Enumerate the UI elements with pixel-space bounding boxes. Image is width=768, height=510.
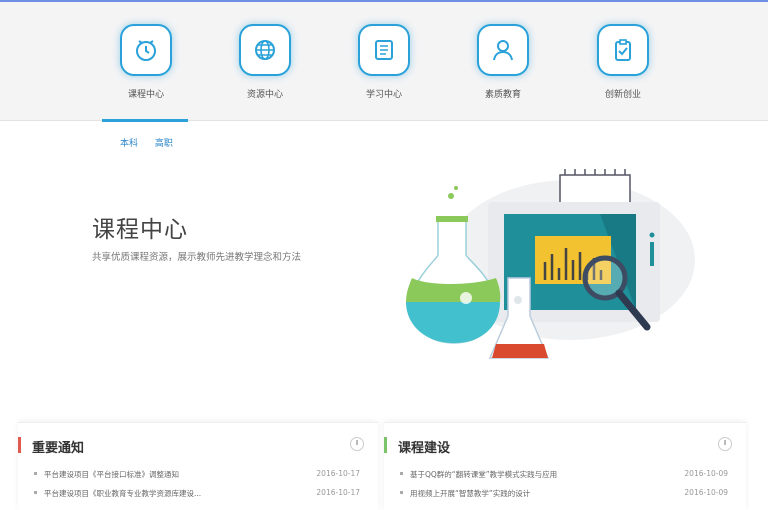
nav-label: 资源中心 xyxy=(246,90,283,100)
notice-list: 平台建设项目《平台接口标准》调整通知 2016-10-17 平台建设项目《职业教… xyxy=(30,469,364,507)
clock-icon xyxy=(120,24,172,76)
page-subtitle: 共享优质课程资源，展示教师先进教学理念和方法 xyxy=(92,252,302,263)
tab-vocational[interactable]: 高职 xyxy=(155,139,173,149)
nav-label: 创新创业 xyxy=(604,90,641,100)
science-illustration xyxy=(406,169,695,359)
item-title: 用视频上开展“智慧教学”实践的设计 xyxy=(410,489,531,498)
nav-label: 课程中心 xyxy=(127,90,164,100)
level-tabs: 本科 高职 xyxy=(120,136,187,149)
active-tab-indicator xyxy=(102,119,188,122)
item-title: 平台建设项目《平台接口标准》调整通知 xyxy=(44,470,179,479)
list-item[interactable]: 平台建设项目《平台接口标准》调整通知 2016-10-17 xyxy=(30,469,364,488)
bullet-icon xyxy=(400,472,403,475)
globe-icon xyxy=(239,24,291,76)
more-icon[interactable] xyxy=(350,437,364,451)
main-navigation: 课程中心 资源中心 学习中心 素质教育 创新创业 xyxy=(0,2,768,122)
item-date: 2016-10-09 xyxy=(684,488,728,497)
nav-item-innovation[interactable]: 创新创业 xyxy=(563,2,683,121)
page-title: 课程中心 xyxy=(92,217,188,243)
panel-title: 课程建设 xyxy=(398,441,451,456)
list-item[interactable]: 用视频上开展“智慧教学”实践的设计 2016-10-09 xyxy=(396,488,732,507)
clipboard-icon xyxy=(597,24,649,76)
course-building-panel: 课程建设 基于QQ群的“翻转课堂”教学模式实践与应用 2016-10-09 用视… xyxy=(384,422,746,510)
nav-item-quality-education[interactable]: 素质教育 xyxy=(443,2,563,121)
list-item[interactable]: 基于QQ群的“翻转课堂”教学模式实践与应用 2016-10-09 xyxy=(396,469,732,488)
item-title: 平台建设项目《职业教育专业教学资源库建设... xyxy=(44,489,202,498)
nav-item-learning-center[interactable]: 学习中心 xyxy=(324,2,444,121)
item-date: 2016-10-09 xyxy=(684,469,728,478)
course-list: 基于QQ群的“翻转课堂”教学模式实践与应用 2016-10-09 用视频上开展“… xyxy=(396,469,732,507)
panel-title: 重要通知 xyxy=(32,441,85,456)
more-icon[interactable] xyxy=(718,437,732,451)
item-date: 2016-10-17 xyxy=(316,488,360,497)
notices-panel: 重要通知 平台建设项目《平台接口标准》调整通知 2016-10-17 平台建设项… xyxy=(18,422,378,510)
item-title: 基于QQ群的“翻转课堂”教学模式实践与应用 xyxy=(410,470,558,479)
list-item[interactable]: 平台建设项目《职业教育专业教学资源库建设... 2016-10-17 xyxy=(30,488,364,507)
nav-label: 学习中心 xyxy=(365,90,402,100)
person-icon xyxy=(477,24,529,76)
bullet-icon xyxy=(34,491,37,494)
nav-item-resource-center[interactable]: 资源中心 xyxy=(205,2,325,121)
bullet-icon xyxy=(34,472,37,475)
panel-accent-bar xyxy=(384,437,387,453)
nav-label: 素质教育 xyxy=(484,90,521,100)
nav-item-course-center[interactable]: 课程中心 xyxy=(86,2,206,121)
panel-accent-bar xyxy=(18,437,21,453)
bullet-icon xyxy=(400,491,403,494)
item-date: 2016-10-17 xyxy=(316,469,360,478)
document-icon xyxy=(358,24,410,76)
tab-undergraduate[interactable]: 本科 xyxy=(120,139,138,149)
